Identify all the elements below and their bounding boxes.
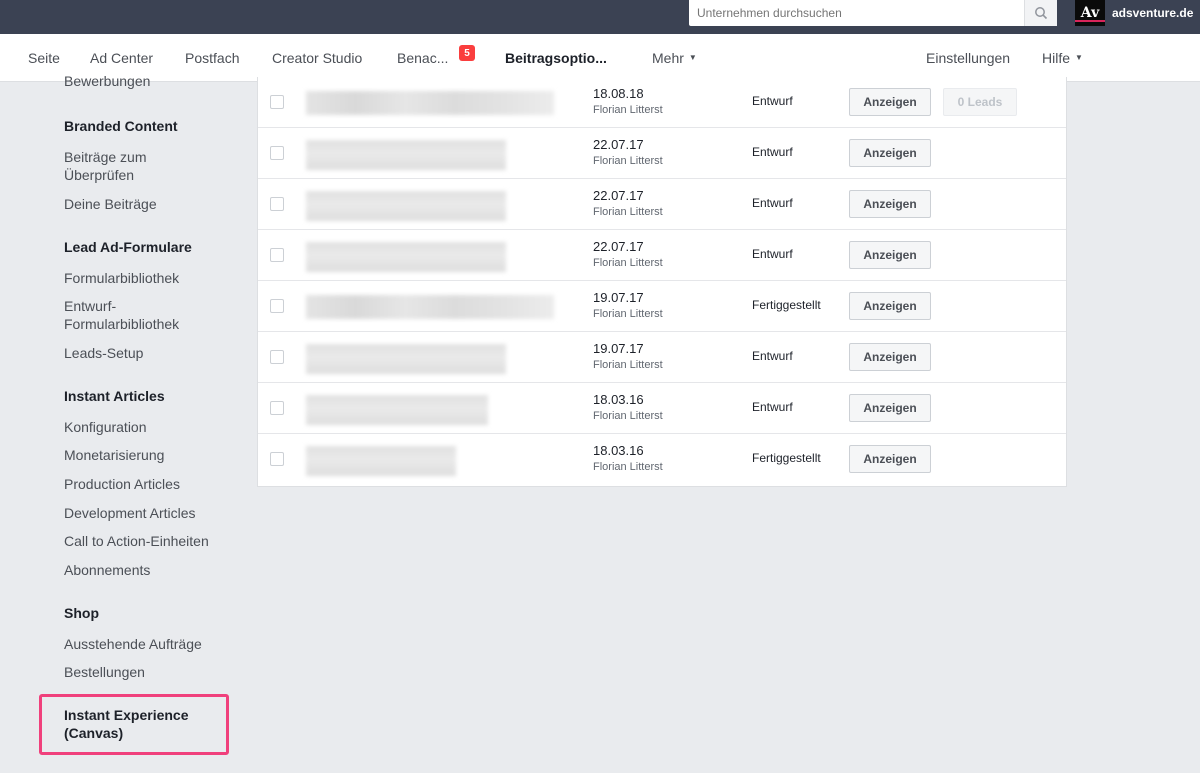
caret-down-icon: ▼ — [688, 53, 697, 62]
view-button[interactable]: Anzeigen — [849, 394, 931, 422]
search-icon — [1035, 7, 1048, 20]
redacted-form-name — [306, 242, 506, 272]
row-status: Fertiggestellt — [752, 451, 821, 465]
leads-download-button[interactable]: 0 Leads — [943, 88, 1017, 116]
sidebar-heading-branded-content: Branded Content — [64, 118, 178, 134]
nav-creator-studio[interactable]: Creator Studio — [272, 34, 362, 81]
redacted-form-name — [306, 140, 506, 170]
sidebar-item-bewerbungen[interactable]: Bewerbungen — [64, 72, 234, 90]
table-row: 18.03.16 Florian Litterst Entwurf Anzeig… — [258, 383, 1066, 434]
table-row: 22.07.17 Florian Litterst Entwurf Anzeig… — [258, 128, 1066, 179]
sidebar-item-deine-beitraege[interactable]: Deine Beiträge — [64, 195, 234, 213]
sidebar-item-call-to-action[interactable]: Call to Action-Einheiten — [64, 532, 234, 550]
redacted-form-name — [306, 395, 488, 425]
view-button[interactable]: Anzeigen — [849, 190, 931, 218]
sidebar-heading-instant-articles: Instant Articles — [64, 388, 165, 404]
row-status: Entwurf — [752, 247, 793, 261]
redacted-form-name — [306, 344, 506, 374]
row-date: 19.07.17 — [593, 290, 644, 305]
table-row: 19.07.17 Florian Litterst Entwurf Anzeig… — [258, 332, 1066, 383]
table-row: 19.07.17 Florian Litterst Fertiggestellt… — [258, 281, 1066, 332]
view-button[interactable]: Anzeigen — [849, 445, 931, 473]
view-button[interactable]: Anzeigen — [849, 343, 931, 371]
table-row: 18.03.16 Florian Litterst Fertiggestellt… — [258, 434, 1066, 485]
sidebar-item-bestellungen[interactable]: Bestellungen — [64, 663, 234, 681]
redacted-form-name — [306, 295, 554, 319]
row-status: Entwurf — [752, 145, 793, 159]
row-checkbox[interactable] — [270, 248, 284, 262]
sidebar: Bewerbungen Branded Content Beiträge zum… — [0, 73, 240, 773]
nav-seite[interactable]: Seite — [28, 34, 60, 81]
row-checkbox[interactable] — [270, 299, 284, 313]
page-profile-link[interactable]: Av adsventure.de — [1075, 0, 1193, 26]
search-button[interactable] — [1024, 0, 1057, 26]
row-author: Florian Litterst — [593, 104, 663, 116]
nav-hilfe[interactable]: Hilfe ▼ — [1042, 34, 1083, 81]
sidebar-item-development-articles[interactable]: Development Articles — [64, 504, 234, 522]
redacted-form-name — [306, 91, 554, 115]
sidebar-item-abonnements[interactable]: Abonnements — [64, 561, 234, 579]
sidebar-item-ausstehende-auftraege[interactable]: Ausstehende Aufträge — [64, 635, 234, 653]
row-date: 18.08.18 — [593, 86, 644, 101]
row-checkbox[interactable] — [270, 95, 284, 109]
top-bar: Av adsventure.de — [0, 0, 1200, 34]
notification-badge: 5 — [459, 45, 475, 61]
row-date: 22.07.17 — [593, 239, 644, 254]
row-status: Entwurf — [752, 94, 793, 108]
nav-beitragsoptionen[interactable]: Beitragsoptio... — [505, 34, 607, 81]
sidebar-item-entwurf-formularbibliothek[interactable]: Entwurf-Formularbibliothek — [64, 297, 194, 333]
sidebar-item-formularbibliothek[interactable]: Formularbibliothek — [64, 269, 234, 287]
table-row: 22.07.17 Florian Litterst Entwurf Anzeig… — [258, 230, 1066, 281]
row-author: Florian Litterst — [593, 257, 663, 269]
row-date: 19.07.17 — [593, 341, 644, 356]
redacted-form-name — [306, 191, 506, 221]
row-author: Florian Litterst — [593, 155, 663, 167]
sidebar-heading-lead-ad-formulare: Lead Ad-Formulare — [64, 239, 192, 255]
nav-einstellungen[interactable]: Einstellungen — [926, 34, 1010, 81]
view-button[interactable]: Anzeigen — [849, 88, 931, 116]
nav-mehr[interactable]: Mehr ▼ — [652, 34, 697, 81]
view-button[interactable]: Anzeigen — [849, 241, 931, 269]
sidebar-item-leads-setup[interactable]: Leads-Setup — [64, 344, 234, 362]
row-date: 18.03.16 — [593, 443, 644, 458]
sidebar-item-production-articles[interactable]: Production Articles — [64, 475, 234, 493]
sidebar-item-monetarisierung[interactable]: Monetarisierung — [64, 446, 234, 464]
brand-logo: Av — [1075, 0, 1105, 26]
row-author: Florian Litterst — [593, 461, 663, 473]
redacted-form-name — [306, 446, 456, 476]
row-date: 18.03.16 — [593, 392, 644, 407]
row-checkbox[interactable] — [270, 146, 284, 160]
row-author: Florian Litterst — [593, 308, 663, 320]
nav-mehr-label: Mehr — [652, 49, 684, 66]
row-date: 22.07.17 — [593, 188, 644, 203]
row-checkbox[interactable] — [270, 197, 284, 211]
search-input[interactable] — [689, 0, 1025, 26]
row-author: Florian Litterst — [593, 359, 663, 371]
row-author: Florian Litterst — [593, 206, 663, 218]
sidebar-item-beitraege-pruefen[interactable]: Beiträge zum Überprüfen — [64, 148, 184, 184]
view-button[interactable]: Anzeigen — [849, 139, 931, 167]
row-status: Entwurf — [752, 349, 793, 363]
row-checkbox[interactable] — [270, 350, 284, 364]
row-author: Florian Litterst — [593, 410, 663, 422]
row-status: Entwurf — [752, 196, 793, 210]
row-date: 22.07.17 — [593, 137, 644, 152]
table-row: 18.08.18 Florian Litterst Entwurf Anzeig… — [258, 77, 1066, 128]
row-checkbox[interactable] — [270, 452, 284, 466]
nav-hilfe-label: Hilfe — [1042, 49, 1071, 66]
table-row: 22.07.17 Florian Litterst Entwurf Anzeig… — [258, 179, 1066, 230]
brand-name: adsventure.de — [1112, 6, 1194, 20]
view-button[interactable]: Anzeigen — [849, 292, 931, 320]
highlight-box — [39, 694, 229, 755]
row-checkbox[interactable] — [270, 401, 284, 415]
nav-benachrichtigungen[interactable]: Benac... — [397, 34, 448, 81]
sidebar-item-konfiguration[interactable]: Konfiguration — [64, 418, 234, 436]
row-status: Entwurf — [752, 400, 793, 414]
caret-down-icon: ▼ — [1075, 53, 1083, 62]
forms-table: 18.08.18 Florian Litterst Entwurf Anzeig… — [257, 77, 1067, 487]
search-box — [689, 0, 1057, 26]
row-status: Fertiggestellt — [752, 298, 821, 312]
sidebar-heading-shop: Shop — [64, 605, 99, 621]
